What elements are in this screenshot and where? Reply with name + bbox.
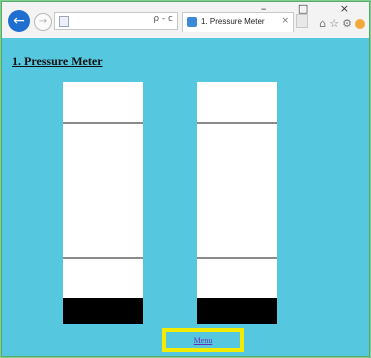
ie-page-icon xyxy=(187,17,197,27)
smiley-icon[interactable] xyxy=(355,19,365,29)
star-icon[interactable]: ☆ xyxy=(329,17,342,30)
page-title: 1. Pressure Meter xyxy=(12,54,103,68)
meter-tick-top xyxy=(197,122,277,124)
tab-label: 1. Pressure Meter xyxy=(201,17,265,26)
address-controls[interactable]: ρ - c xyxy=(153,14,173,24)
meter-fill xyxy=(197,298,277,324)
menu-link[interactable]: Menu xyxy=(166,336,240,345)
meter-left xyxy=(63,82,143,324)
page-icon xyxy=(59,16,69,27)
toolbar-icons: ⌂☆⚙ xyxy=(319,17,365,30)
window-controls[interactable]: – □ × xyxy=(261,2,363,15)
new-tab-button[interactable] xyxy=(296,14,308,28)
forward-button[interactable]: → xyxy=(34,13,52,31)
meter-tick-bottom xyxy=(197,257,277,259)
address-bar[interactable]: ρ - c xyxy=(54,12,178,30)
gear-icon[interactable]: ⚙ xyxy=(342,17,355,30)
browser-window: ← → ρ - c 1. Pressure Meter × – □ × ⌂☆⚙ … xyxy=(1,1,370,357)
tab-close-icon[interactable]: × xyxy=(281,16,289,26)
meter-tick-top xyxy=(63,122,143,124)
home-icon[interactable]: ⌂ xyxy=(319,17,329,30)
meter-right xyxy=(197,82,277,324)
back-button[interactable]: ← xyxy=(8,10,30,32)
page-content: 1. Pressure Meter Menu xyxy=(2,38,369,356)
meter-tick-bottom xyxy=(63,257,143,259)
browser-toolbar: ← → ρ - c 1. Pressure Meter × – □ × ⌂☆⚙ xyxy=(2,2,369,39)
tab-pressure-meter[interactable]: 1. Pressure Meter × xyxy=(182,12,294,32)
meter-fill xyxy=(63,298,143,324)
menu-highlight-box: Menu xyxy=(162,328,244,352)
